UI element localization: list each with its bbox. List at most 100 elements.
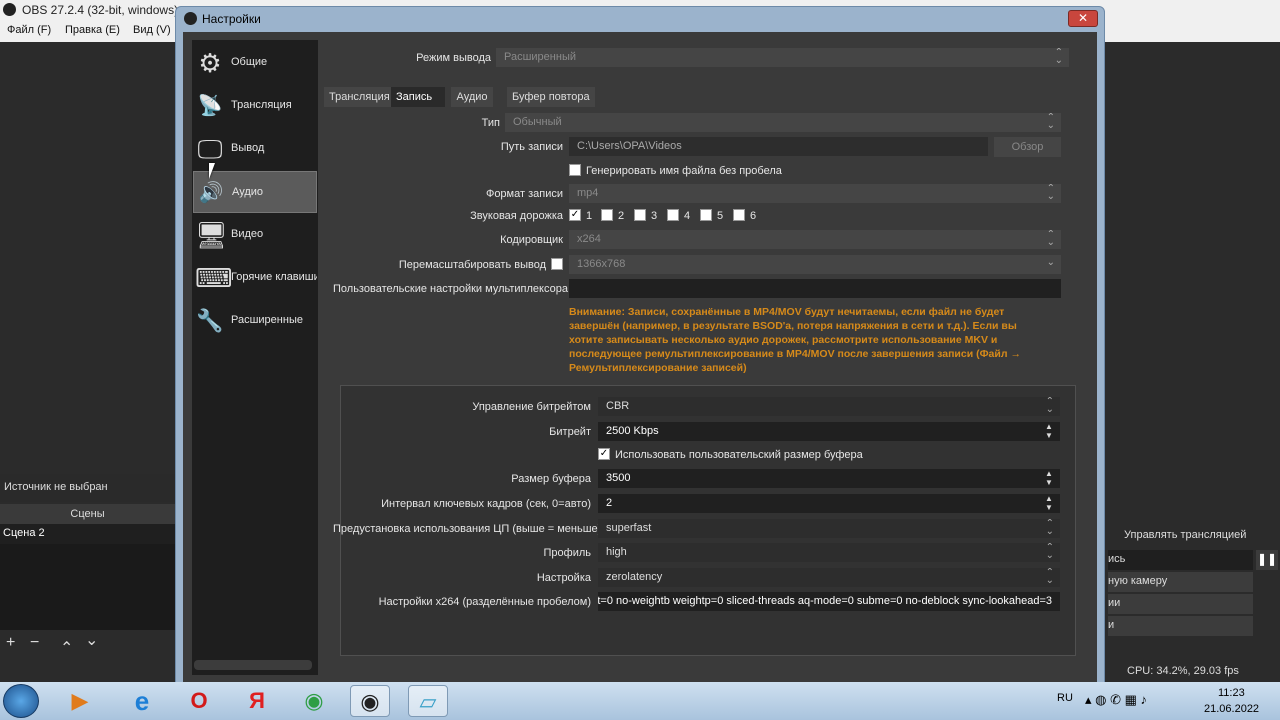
type-select[interactable]: Обычный ⌃ ⌄ [505,113,1061,132]
tab-recording[interactable]: Запись [391,87,445,107]
mouse-cursor [209,163,215,179]
tray-icons[interactable]: ▴ ◍ ✆ ▦ ♪ [1085,692,1147,708]
start-button[interactable] [3,684,39,718]
close-button[interactable]: ✕ [1068,10,1098,27]
yandex-icon[interactable]: Я [237,685,277,717]
track-3-checkbox[interactable] [634,209,646,221]
rate-control-select[interactable]: CBR ⌃ ⌄ [598,397,1060,416]
tune-select[interactable]: zerolatency ⌃ ⌄ [598,568,1060,587]
ie-glyph: e [134,686,150,716]
nav-video[interactable]: 🖥 Видео [193,214,317,256]
gear-icon: ⚙ [198,48,222,78]
app-icon[interactable]: ▱ [408,685,448,717]
obs-logo-icon [184,12,197,25]
custom-buffer-checkbox[interactable]: ✓ [598,448,610,460]
rescale-label: Перемасштабировать вывод [398,259,546,271]
updown-icon: ⌃ ⌄ [1046,184,1055,202]
obs-glyph: ◉ [360,689,380,714]
rescale-checkbox[interactable] [551,258,563,270]
path-input[interactable]: C:\Users\OPA\Videos [569,137,988,156]
chrome-glyph: ◉ [304,688,324,713]
nav-scrollbar[interactable] [194,660,312,670]
nav-advanced[interactable]: 🔧 Расширенные [193,300,317,342]
tune-label: Настройка [536,572,591,584]
chrome-icon[interactable]: ◉ [294,685,334,717]
spin-arrows-icon[interactable]: ▲ ▼ [1045,422,1055,440]
preset-select[interactable]: superfast ⌃ ⌄ [598,519,1060,538]
tab-replay-buffer[interactable]: Буфер повтора [507,87,595,107]
virtual-camera-button[interactable]: ную камеру [1108,572,1253,592]
nav-hotkeys[interactable]: ⌨ Горячие клавиши [193,257,317,299]
status-bar: CPU: 34.2%, 29.03 fps [1127,665,1239,677]
x264-options-input[interactable]: enecut=0 no-weightb weightp=0 sliced-thr… [598,592,1060,611]
record-button[interactable]: ись [1108,550,1253,570]
add-scene-button[interactable]: + [6,634,15,652]
bitrate-value: 2500 Kbps [606,425,659,437]
dialog-title-bar: Настройки ✕ [176,7,1104,31]
rescale-select[interactable]: 1366x768 ⌄ [569,255,1061,274]
updown-icon: ⌃ ⌄ [1045,543,1054,561]
mux-input[interactable] [569,279,1061,298]
updown-icon: ⌃ ⌄ [1045,397,1054,415]
tune-value: zerolatency [606,571,663,583]
controls-header: Управлять трансляцией [1124,529,1247,541]
pause-button[interactable]: ❚❚ [1256,550,1278,570]
tab-stream[interactable]: Трансляция [324,87,395,107]
updown-icon: ⌃ ⌄ [1045,568,1054,586]
mp4-warning: Внимание: Записи, сохранённые в MP4/MOV … [569,306,1021,374]
obs-icon[interactable]: ◉ [350,685,390,717]
updown-icon: ⌃ ⌄ [1054,48,1063,66]
ie-icon[interactable]: e [122,685,162,717]
browse-button[interactable]: Обзор [994,137,1061,157]
nav-label: Вывод [231,142,265,154]
clock-date[interactable]: 21.06.2022 [1204,703,1259,715]
x264-options-value: enecut=0 no-weightb weightp=0 sliced-thr… [598,595,1052,607]
studio-mode-button[interactable]: ии [1108,594,1253,614]
updown-icon: ⌃ ⌄ [1046,230,1055,248]
mux-label: Пользовательские настройки мультиплексор… [333,283,568,295]
scene-item[interactable]: Сцена 2 [0,524,175,544]
nav-label: Аудио [232,186,264,198]
encoder-select[interactable]: x264 ⌃ ⌄ [569,230,1061,249]
settings-button[interactable]: и [1108,616,1253,636]
opera-icon[interactable]: O [179,685,219,717]
keyint-spinbox[interactable]: 2 ▲ ▼ [598,494,1060,513]
track-4-checkbox[interactable] [667,209,679,221]
track-1-checkbox[interactable]: ✓ [569,209,581,221]
antenna-icon: 📡 [197,95,223,117]
buffer-size-spinbox[interactable]: 3500 ▲ ▼ [598,469,1060,488]
move-down-button[interactable]: ⌄ [85,630,98,650]
language-indicator[interactable]: RU [1057,692,1073,704]
profile-select[interactable]: high ⌃ ⌄ [598,543,1060,562]
move-up-button[interactable]: ⌃ [60,638,73,658]
bitrate-spinbox[interactable]: 2500 Kbps ▲ ▼ [598,422,1060,441]
nav-label: Трансляция [231,99,292,111]
keyint-value: 2 [606,497,613,509]
menu-file[interactable]: Файл (F) [7,24,51,36]
output-mode-select[interactable]: Расширенный ⌃ ⌄ [496,48,1069,67]
media-player-icon[interactable]: ▶ [60,685,100,717]
nospace-checkbox[interactable] [569,164,581,176]
scene-toolbar: + − ⌃ ⌄ [0,630,175,658]
encoder-label: Кодировщик [500,234,563,246]
menu-view[interactable]: Вид (V) [133,24,171,36]
format-select[interactable]: mp4 ⌃ ⌄ [569,184,1061,203]
tab-audio[interactable]: Аудио [451,87,493,107]
track-5-checkbox[interactable] [700,209,712,221]
nav-stream[interactable]: 📡 Трансляция [193,85,317,127]
spin-arrows-icon[interactable]: ▲ ▼ [1045,469,1055,487]
nav-label: Расширенные [231,314,303,326]
track-6-checkbox[interactable] [733,209,745,221]
monitor-icon: 🖥 [195,220,229,250]
obs-title: OBS 27.2.4 (32-bit, windows) [22,3,179,17]
remove-scene-button[interactable]: − [30,634,39,652]
clock-time[interactable]: 11:23 [1218,687,1245,699]
spin-arrows-icon[interactable]: ▲ ▼ [1045,494,1055,512]
custom-buffer-label: Использовать пользовательский размер буф… [615,449,863,461]
menu-edit[interactable]: Правка (E) [65,24,120,36]
nav-general[interactable]: ⚙ Общие [193,42,317,84]
scenes-header: Сцены [0,504,175,524]
profile-label: Профиль [543,547,592,559]
format-label: Формат записи [485,188,563,200]
track-2-checkbox[interactable] [601,209,613,221]
